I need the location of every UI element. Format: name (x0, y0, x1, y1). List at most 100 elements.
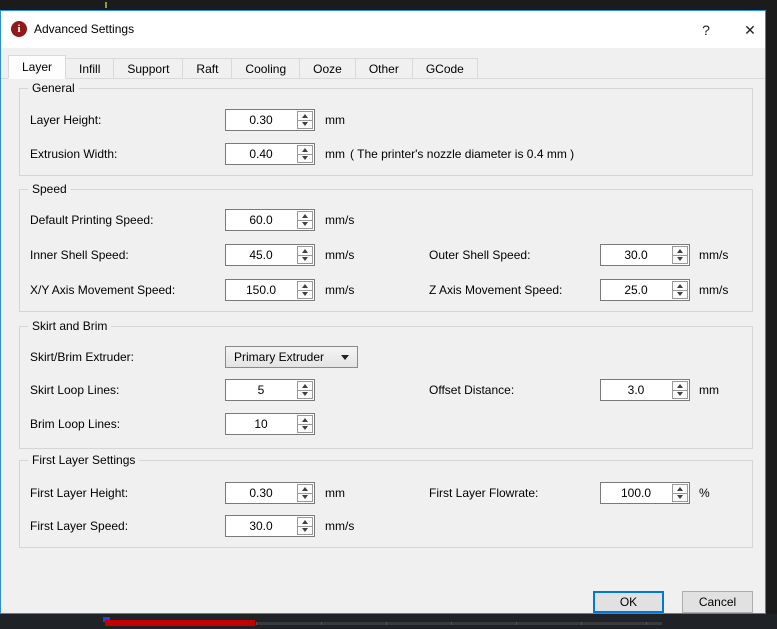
xy-movement-speed-unit: mm/s (325, 283, 355, 297)
tab-raft[interactable]: Raft (182, 58, 233, 79)
xy-movement-speed-spinbox[interactable] (225, 279, 315, 301)
group-first-layer-title: First Layer Settings (28, 453, 140, 467)
inner-shell-speed-spinbox[interactable] (225, 244, 315, 266)
offset-distance-spin-buttons[interactable] (672, 381, 688, 399)
spin-down-icon[interactable] (298, 155, 312, 163)
first-layer-speed-input[interactable] (226, 516, 296, 536)
tab-infill[interactable]: Infill (65, 58, 115, 79)
layer-height-spinbox[interactable] (225, 109, 315, 131)
inner-shell-speed-spin-buttons[interactable] (297, 246, 313, 264)
first-layer-height-spinbox[interactable] (225, 482, 315, 504)
z-movement-speed-input[interactable] (601, 280, 671, 300)
skirt-loop-lines-input[interactable] (226, 380, 296, 400)
spin-up-icon[interactable] (298, 382, 312, 391)
default-printing-speed-input[interactable] (226, 210, 296, 230)
app-logo-icon: i (11, 21, 27, 37)
spin-up-icon[interactable] (298, 212, 312, 221)
close-icon[interactable]: ✕ (739, 19, 761, 41)
spin-down-icon[interactable] (298, 527, 312, 535)
brim-loop-lines-input[interactable] (226, 414, 296, 434)
tab-layer[interactable]: Layer (8, 55, 67, 79)
spin-down-icon[interactable] (298, 391, 312, 399)
outer-shell-speed-spinbox[interactable] (600, 244, 690, 266)
spin-up-icon[interactable] (298, 518, 312, 527)
layer-height-row: Layer Height: mm (20, 109, 752, 131)
spin-up-icon[interactable] (673, 485, 687, 494)
extrusion-width-spinbox[interactable] (225, 143, 315, 165)
offset-distance-spinbox[interactable] (600, 379, 690, 401)
inner-shell-speed-input[interactable] (226, 245, 296, 265)
spin-down-icon[interactable] (673, 256, 687, 264)
xy-movement-speed-input[interactable] (226, 280, 296, 300)
spin-down-icon[interactable] (298, 494, 312, 502)
spin-up-icon[interactable] (298, 112, 312, 121)
spin-up-icon[interactable] (298, 247, 312, 256)
help-icon[interactable]: ? (695, 19, 717, 41)
default-printing-speed-spin-buttons[interactable] (297, 211, 313, 229)
spin-up-icon[interactable] (298, 416, 312, 425)
first-layer-height-spin-buttons[interactable] (297, 484, 313, 502)
dialog-title: Advanced Settings (34, 22, 135, 36)
background-app-marker (105, 2, 107, 8)
tab-cooling[interactable]: Cooling (231, 58, 301, 79)
spin-down-icon[interactable] (298, 121, 312, 129)
advanced-settings-dialog: i Advanced Settings ? ✕ Layer Infill Sup… (0, 10, 766, 614)
offset-distance-input[interactable] (601, 380, 671, 400)
spin-up-icon[interactable] (298, 146, 312, 155)
offset-distance-label: Offset Distance: (429, 383, 515, 397)
first-layer-flowrate-label: First Layer Flowrate: (429, 486, 539, 500)
default-printing-speed-spinbox[interactable] (225, 209, 315, 231)
inner-shell-speed-unit: mm/s (325, 248, 355, 262)
tab-gcode[interactable]: GCode (411, 58, 478, 79)
z-movement-speed-label: Z Axis Movement Speed: (429, 283, 563, 297)
first-layer-speed-spinbox[interactable] (225, 515, 315, 537)
ok-button[interactable]: OK (593, 591, 664, 613)
skirt-loop-lines-spin-buttons[interactable] (297, 381, 313, 399)
spin-down-icon[interactable] (298, 221, 312, 229)
spin-up-icon[interactable] (673, 282, 687, 291)
outer-shell-speed-input[interactable] (601, 245, 671, 265)
tab-other[interactable]: Other (354, 58, 413, 79)
outer-shell-speed-unit: mm/s (699, 248, 729, 262)
tab-ooze[interactable]: Ooze (299, 58, 356, 79)
first-layer-speed-spin-buttons[interactable] (297, 517, 313, 535)
outer-shell-speed-spin-buttons[interactable] (672, 246, 688, 264)
cancel-button[interactable]: Cancel (682, 591, 753, 613)
first-layer-flowrate-input[interactable] (601, 483, 671, 503)
spin-down-icon[interactable] (298, 291, 312, 299)
first-layer-flowrate-spin-buttons[interactable] (672, 484, 688, 502)
z-movement-speed-spin-buttons[interactable] (672, 281, 688, 299)
spin-up-icon[interactable] (673, 247, 687, 256)
layer-height-input[interactable] (226, 110, 296, 130)
first-layer-flowrate-spinbox[interactable] (600, 482, 690, 504)
extrusion-width-input[interactable] (226, 144, 296, 164)
layer-height-spin-buttons[interactable] (297, 111, 313, 129)
title-bar[interactable]: i Advanced Settings ? ✕ (1, 11, 765, 48)
skirt-loop-lines-row: Skirt Loop Lines: Offset Distance: mm (20, 379, 752, 401)
first-layer-height-input[interactable] (226, 483, 296, 503)
spin-up-icon[interactable] (673, 382, 687, 391)
spin-down-icon[interactable] (298, 256, 312, 264)
chevron-down-icon (341, 354, 349, 360)
extrusion-width-row: Extrusion Width: mm ( The printer's nozz… (20, 143, 752, 165)
spin-down-icon[interactable] (673, 291, 687, 299)
brim-loop-lines-spin-buttons[interactable] (297, 415, 313, 433)
spin-up-icon[interactable] (298, 282, 312, 291)
skirt-brim-extruder-row: Skirt/Brim Extruder: Primary Extruder (20, 346, 752, 368)
spin-up-icon[interactable] (298, 485, 312, 494)
tab-support[interactable]: Support (113, 58, 184, 79)
first-layer-speed-unit: mm/s (325, 519, 355, 533)
z-movement-speed-spinbox[interactable] (600, 279, 690, 301)
skirt-loop-lines-spinbox[interactable] (225, 379, 315, 401)
brim-loop-lines-row: Brim Loop Lines: (20, 413, 752, 435)
spin-down-icon[interactable] (298, 425, 312, 433)
brim-loop-lines-spinbox[interactable] (225, 413, 315, 435)
xy-movement-speed-spin-buttons[interactable] (297, 281, 313, 299)
first-layer-height-row: First Layer Height: mm First Layer Flowr… (20, 482, 752, 504)
extrusion-width-spin-buttons[interactable] (297, 145, 313, 163)
first-layer-height-unit: mm (325, 486, 345, 500)
skirt-brim-extruder-dropdown[interactable]: Primary Extruder (225, 346, 358, 368)
spin-down-icon[interactable] (673, 391, 687, 399)
spin-down-icon[interactable] (673, 494, 687, 502)
extrusion-width-unit: mm (325, 147, 345, 161)
